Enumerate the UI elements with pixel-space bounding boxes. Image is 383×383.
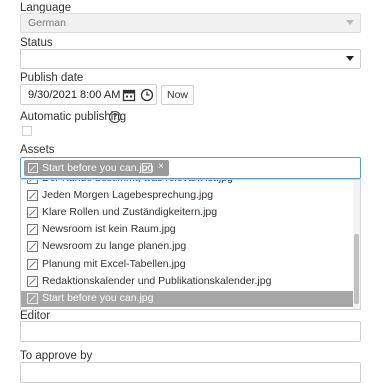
- language-value: German: [28, 17, 66, 29]
- image-file-icon: [27, 190, 38, 202]
- chevron-down-icon: [346, 56, 354, 61]
- image-file-icon: [28, 163, 38, 173]
- status-label: Status: [20, 37, 53, 49]
- assets-multiselect[interactable]: Start before you can.jpg ×: [20, 157, 361, 179]
- asset-option[interactable]: Jeden Morgen Lagebesprechung.jpg: [21, 188, 354, 204]
- image-file-icon: [27, 275, 38, 287]
- selected-asset-chip[interactable]: Start before you can.jpg ×: [24, 160, 169, 176]
- selected-asset-label: Start before you can.jpg: [42, 162, 154, 174]
- to-approve-by-label: To approve by: [20, 350, 93, 362]
- edit-icon[interactable]: [142, 163, 152, 173]
- to-approve-by-field[interactable]: [20, 362, 361, 383]
- image-file-icon: [27, 292, 38, 304]
- chevron-down-icon: [346, 20, 354, 25]
- asset-option[interactable]: Klare Rollen und Zuständigkeitern.jpg: [21, 205, 354, 221]
- question-circle-icon[interactable]: ?: [109, 111, 121, 123]
- asset-option-label: Newsroom zu lange planen.jpg: [42, 240, 187, 253]
- clock-icon[interactable]: [140, 88, 154, 102]
- asset-option[interactable]: Der Kunde bestimmt, was relevant ist.jpg: [21, 180, 354, 187]
- image-file-icon: [27, 180, 38, 184]
- dropdown-scrollbar[interactable]: [353, 180, 360, 309]
- assets-label: Assets: [20, 144, 55, 156]
- publish-date-value: 9/30/2021 8:00 AM: [28, 89, 121, 101]
- status-select[interactable]: [20, 49, 361, 69]
- remove-chip-icon[interactable]: ×: [158, 161, 164, 172]
- image-file-icon: [27, 207, 38, 219]
- now-button[interactable]: Now: [161, 85, 194, 105]
- asset-option-label: Redaktionskalender und Publikationskalen…: [42, 274, 272, 287]
- image-file-icon: [27, 224, 38, 236]
- publish-date-label: Publish date: [20, 72, 84, 84]
- asset-option[interactable]: Newsroom zu lange planen.jpg: [21, 239, 354, 255]
- automatic-publishing-checkbox[interactable]: [22, 126, 32, 136]
- asset-option[interactable]: Start before you can.jpg: [21, 290, 354, 307]
- asset-option-label: Jeden Morgen Lagebesprechung.jpg: [42, 189, 214, 202]
- dropdown-scrollbar-thumb[interactable]: [354, 234, 359, 304]
- assets-dropdown[interactable]: Der Kunde bestimmt, was relevant ist.jpg…: [20, 179, 361, 310]
- publish-date-input[interactable]: 9/30/2021 8:00 AM: [20, 84, 157, 105]
- language-select[interactable]: German: [20, 13, 361, 33]
- asset-option-label: Klare Rollen und Zuständigkeitern.jpg: [42, 206, 218, 219]
- asset-option-label: Start before you can.jpg: [42, 291, 154, 304]
- calendar-icon[interactable]: [122, 88, 136, 102]
- image-file-icon: [27, 258, 38, 270]
- asset-option-label: Newsroom ist kein Raum.jpg: [42, 223, 176, 236]
- asset-option-label: Planung mit Excel-Tabellen.jpg: [42, 257, 186, 270]
- asset-option[interactable]: Planung mit Excel-Tabellen.jpg: [21, 257, 354, 273]
- asset-option[interactable]: Redaktionskalender und Publikationskalen…: [21, 274, 354, 290]
- asset-option[interactable]: Newsroom ist kein Raum.jpg: [21, 222, 354, 238]
- image-file-icon: [27, 241, 38, 253]
- asset-option-label: Der Kunde bestimmt, was relevant ist.jpg: [42, 180, 233, 184]
- editor-field[interactable]: [20, 321, 361, 342]
